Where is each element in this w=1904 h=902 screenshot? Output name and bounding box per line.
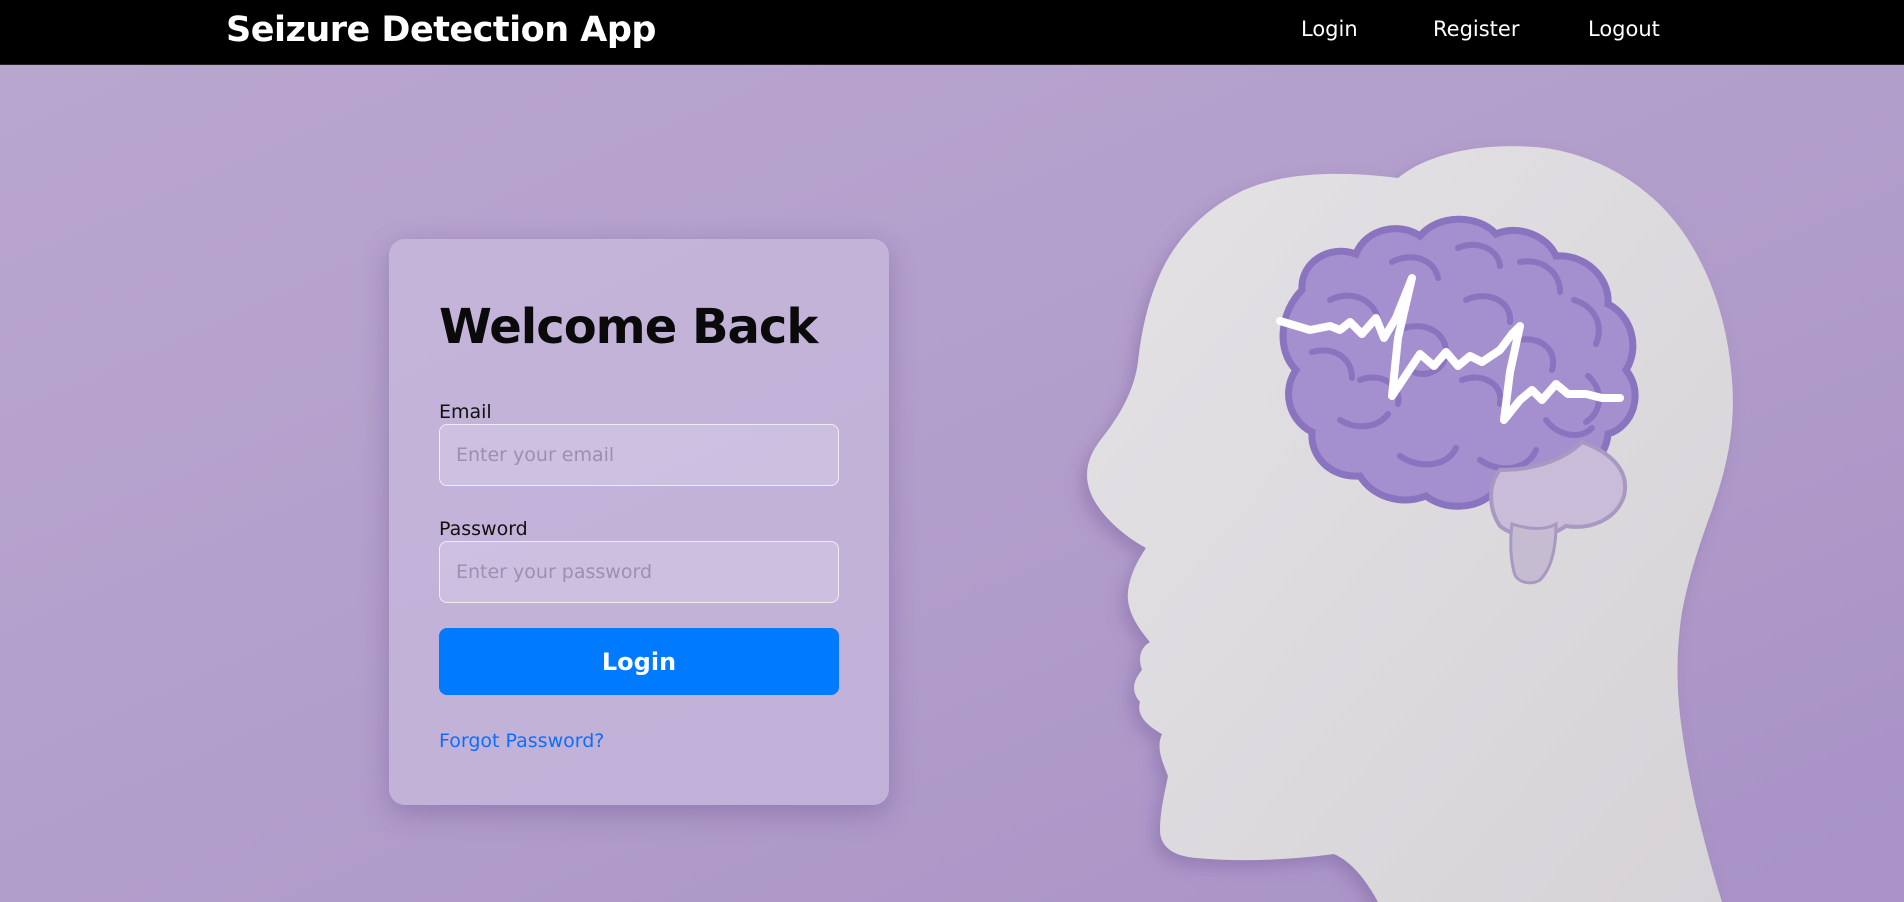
login-page: Seizure Detection App Login Register Log… [0, 0, 1904, 902]
email-input[interactable] [439, 424, 839, 486]
head-brain-illustration [0, 65, 1904, 902]
login-heading: Welcome Back [439, 299, 818, 355]
top-navbar: Seizure Detection App Login Register Log… [0, 0, 1904, 65]
email-label: Email [439, 401, 492, 423]
login-button[interactable]: Login [439, 628, 839, 695]
nav-register-link[interactable]: Register [1433, 15, 1519, 43]
nav-login-link[interactable]: Login [1301, 15, 1358, 43]
password-label: Password [439, 518, 528, 540]
nav-logout-link[interactable]: Logout [1588, 15, 1660, 43]
password-input[interactable] [439, 541, 839, 603]
app-brand-title[interactable]: Seizure Detection App [226, 8, 657, 52]
forgot-password-link[interactable]: Forgot Password? [439, 729, 604, 753]
login-card: Welcome Back Email Password Login Forgot… [389, 239, 889, 805]
